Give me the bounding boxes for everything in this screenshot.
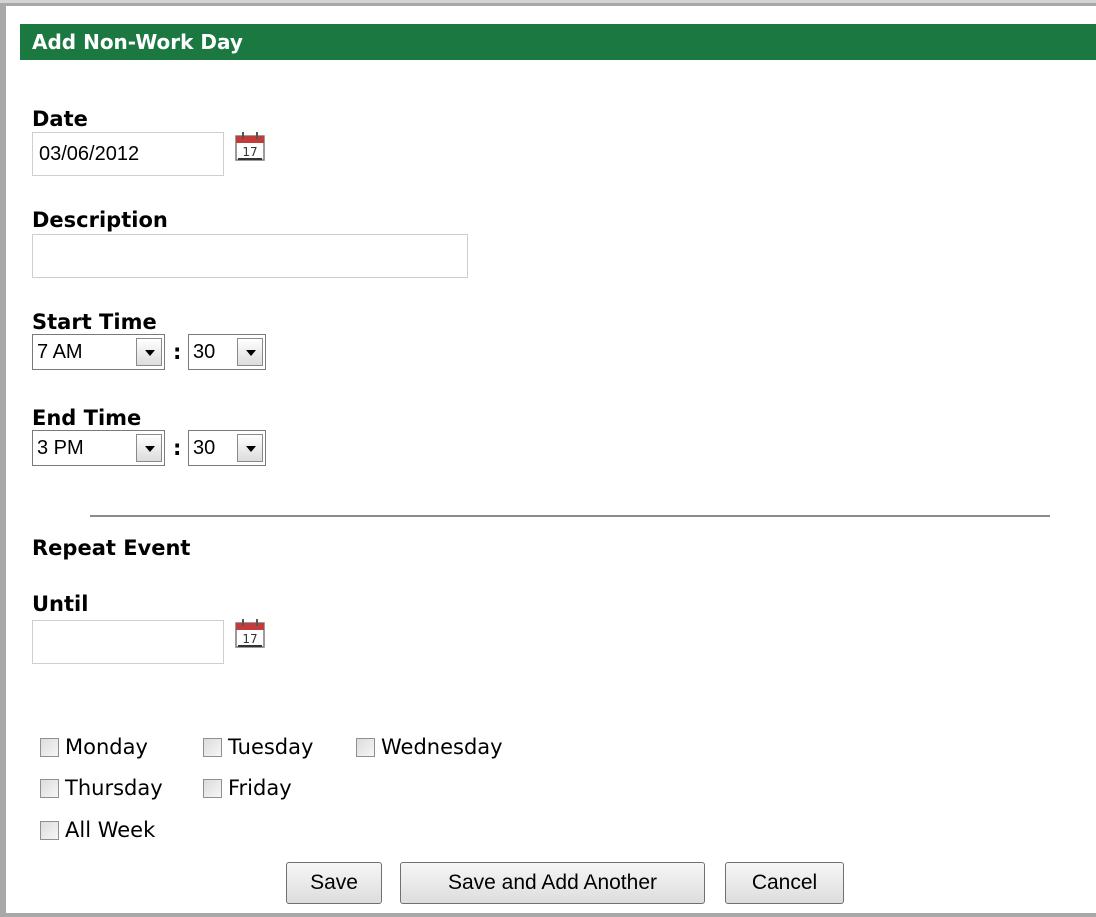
start-time-label: Start Time: [32, 310, 157, 334]
cancel-button[interactable]: Cancel: [725, 862, 844, 904]
checkbox-box[interactable]: [203, 778, 222, 798]
chevron-down-icon[interactable]: [136, 434, 162, 462]
thursday-label: Thursday: [65, 776, 163, 800]
friday-checkbox[interactable]: Friday: [203, 775, 292, 801]
end-hour-value: 3 PM: [37, 437, 84, 459]
chevron-down-icon[interactable]: [136, 338, 162, 366]
start-hour-select[interactable]: 7 AM: [32, 334, 165, 370]
repeat-event-heading: Repeat Event: [32, 536, 191, 560]
calendar-icon[interactable]: 17: [232, 615, 268, 651]
chevron-down-icon[interactable]: [237, 434, 263, 462]
end-time-label: End Time: [32, 406, 142, 430]
time-separator: :: [173, 340, 182, 364]
date-input[interactable]: 03/06/2012: [32, 132, 224, 176]
checkbox-box[interactable]: [356, 737, 375, 757]
save-and-add-another-button[interactable]: Save and Add Another: [400, 862, 705, 904]
checkbox-box[interactable]: [40, 820, 59, 840]
all-week-label: All Week: [65, 818, 156, 842]
monday-label: Monday: [65, 735, 148, 759]
section-divider: [90, 515, 1050, 517]
svg-text:17: 17: [242, 632, 257, 646]
save-button[interactable]: Save: [286, 862, 382, 904]
svg-text:17: 17: [242, 145, 257, 159]
dialog-title: Add Non-Work Day: [20, 24, 1096, 60]
date-label: Date: [32, 107, 88, 131]
description-label: Description: [32, 208, 168, 232]
end-hour-select[interactable]: 3 PM: [32, 430, 165, 466]
all-week-checkbox[interactable]: All Week: [40, 817, 155, 843]
wednesday-checkbox[interactable]: Wednesday: [356, 734, 503, 760]
start-minute-value: 30: [193, 341, 216, 363]
wednesday-label: Wednesday: [381, 735, 503, 759]
description-input[interactable]: [32, 234, 468, 278]
calendar-icon[interactable]: 17: [232, 128, 268, 164]
until-input[interactable]: [32, 620, 224, 664]
add-non-work-day-dialog: Add Non-Work Day Date 03/06/2012 17 Desc…: [0, 0, 1096, 917]
checkbox-box[interactable]: [203, 737, 222, 757]
until-label: Until: [32, 592, 89, 616]
tuesday-label: Tuesday: [228, 735, 314, 759]
end-minute-select[interactable]: 30: [188, 430, 266, 466]
monday-checkbox[interactable]: Monday: [40, 734, 148, 760]
friday-label: Friday: [228, 776, 292, 800]
start-hour-value: 7 AM: [37, 341, 83, 363]
start-minute-select[interactable]: 30: [188, 334, 266, 370]
checkbox-box[interactable]: [40, 737, 59, 757]
checkbox-box[interactable]: [40, 778, 59, 798]
thursday-checkbox[interactable]: Thursday: [40, 775, 163, 801]
time-separator: :: [173, 436, 182, 460]
tuesday-checkbox[interactable]: Tuesday: [203, 734, 313, 760]
end-minute-value: 30: [193, 437, 216, 459]
chevron-down-icon[interactable]: [237, 338, 263, 366]
